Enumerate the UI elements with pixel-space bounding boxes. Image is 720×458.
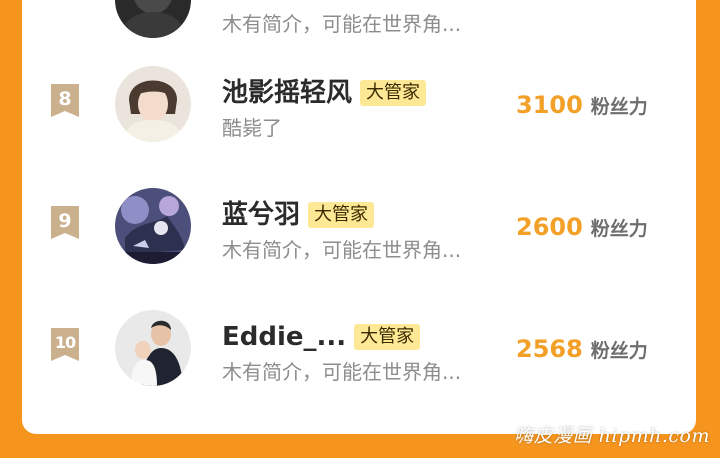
avatar[interactable] <box>115 188 191 264</box>
person-avatar-icon <box>115 66 191 142</box>
avatar[interactable] <box>115 0 191 38</box>
user-name[interactable]: Eddie_... <box>222 320 346 354</box>
user-name[interactable]: 蓝兮羽 <box>222 198 300 232</box>
fans-count: 2600 <box>516 213 583 241</box>
ranking-row[interactable]: 8 池影摇轻风 大管家 酷毙了 3100 粉丝力 <box>22 42 696 142</box>
role-badge: 大管家 <box>354 324 421 350</box>
user-bio: 木有简介，可能在世界角... <box>222 238 462 262</box>
fans-label: 粉丝力 <box>590 96 648 118</box>
fans-stat: 2568 粉丝力 <box>516 334 648 364</box>
fans-label: 粉丝力 <box>590 218 648 240</box>
rank-number: 10 <box>54 333 76 352</box>
watermark: 嗨皮漫画 hipmh.com <box>514 425 710 447</box>
user-bio: 酷毙了 <box>222 116 282 140</box>
fans-count: 2568 <box>516 335 583 363</box>
rank-flag: 9 <box>48 206 82 240</box>
fans-label: 粉丝力 <box>590 340 648 362</box>
role-badge: 大管家 <box>360 80 427 106</box>
dark-avatar-icon <box>115 0 191 38</box>
rank-number: 9 <box>58 210 72 232</box>
role-badge: 大管家 <box>308 202 375 228</box>
anime-avatar-icon <box>115 188 191 264</box>
ranking-row-partial[interactable]: 木有简介，可能在世界角... <box>22 0 696 38</box>
fans-stat: 2600 粉丝力 <box>516 212 648 242</box>
avatar[interactable] <box>115 310 191 386</box>
user-bio: 木有简介，可能在世界角... <box>222 12 462 36</box>
avatar[interactable] <box>115 66 191 142</box>
ranking-row[interactable]: 10 Eddie_... 大管家 木有简介，可能在世界角... 2568 粉丝力 <box>22 286 696 386</box>
user-bio: 木有简介，可能在世界角... <box>222 360 462 384</box>
rank-number: 8 <box>58 88 72 110</box>
fans-stat: 3100 粉丝力 <box>516 90 648 120</box>
rank-flag: 10 <box>48 328 82 362</box>
person-avatar-icon <box>115 310 191 386</box>
rank-flag: 8 <box>48 84 82 118</box>
user-name[interactable]: 池影摇轻风 <box>222 76 352 110</box>
fan-ranking-card: 木有简介，可能在世界角... 8 池影摇轻风 大管家 酷毙了 3100 粉丝力 <box>22 0 696 434</box>
ranking-row[interactable]: 9 蓝兮羽 大管家 木有简介，可能在世界角... 2600 粉丝力 <box>22 164 696 264</box>
fans-count: 3100 <box>516 91 583 119</box>
